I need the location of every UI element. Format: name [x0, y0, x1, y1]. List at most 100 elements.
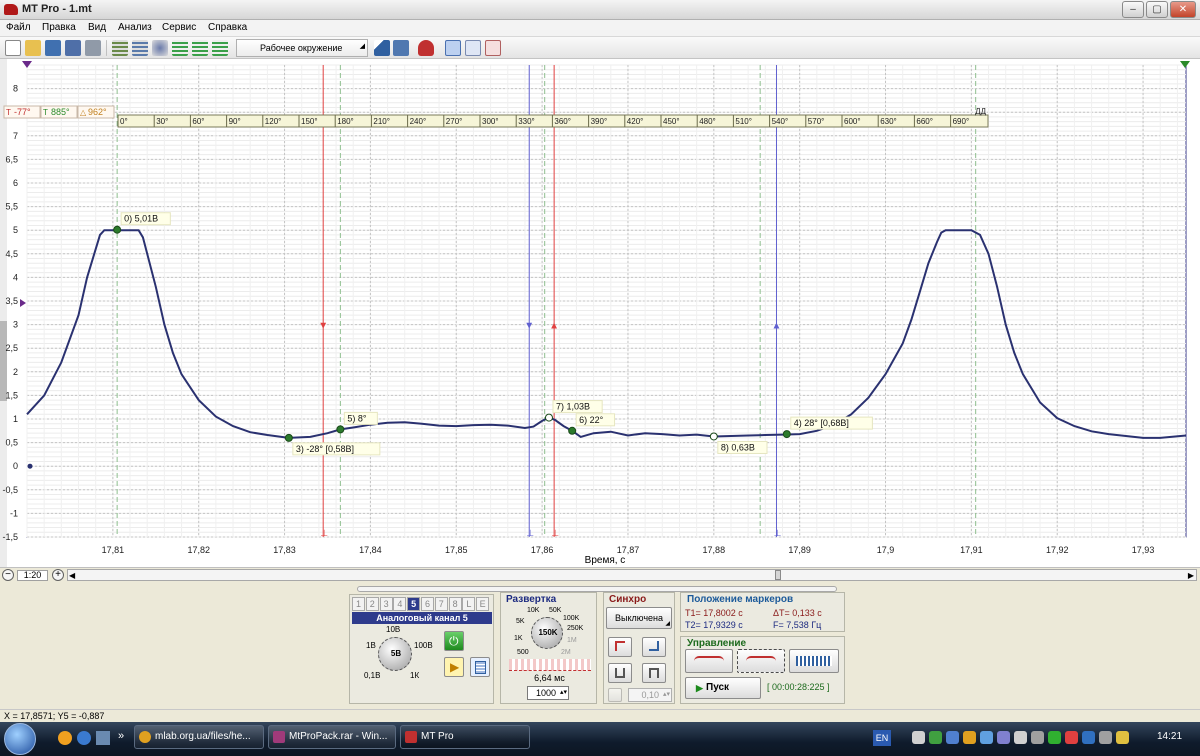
channel-tab-7[interactable]: 7 [434, 597, 448, 611]
minimize-button[interactable]: – [1122, 1, 1144, 18]
show-desktop-icon[interactable] [96, 731, 110, 745]
tray-icon[interactable] [1031, 731, 1044, 744]
tray-icon[interactable] [1048, 731, 1061, 744]
annotation-point [568, 426, 577, 435]
chevron-down-icon: ◢ [665, 621, 670, 627]
grid-view-icon[interactable] [465, 40, 481, 56]
channel-settings-icon[interactable] [212, 40, 228, 56]
cursor-marker-handle[interactable]: ▼ [318, 321, 328, 332]
continuous-mode-button[interactable] [737, 649, 785, 673]
open-folder-icon[interactable] [25, 40, 41, 56]
calculator-button[interactable] [470, 657, 490, 677]
environment-combo[interactable]: Рабочее окружение ◢ [236, 39, 368, 57]
channel-tab-2[interactable]: 2 [365, 597, 379, 611]
tray-icon[interactable] [929, 731, 942, 744]
taskbar-item-mtpro[interactable]: MT Pro [400, 725, 530, 749]
timeline-scrollbar[interactable]: ◀ ▶ [67, 569, 1197, 581]
save-icon[interactable] [45, 40, 61, 56]
menu-file[interactable]: Файл [6, 22, 31, 33]
menu-service[interactable]: Сервис [162, 22, 196, 33]
filter-icon[interactable] [132, 40, 148, 56]
menu-help[interactable]: Справка [208, 22, 247, 33]
maximize-button[interactable]: ▢ [1146, 1, 1168, 18]
x-tick-label: 17,82 [187, 545, 210, 555]
cursor-marker-foot: ⊥ [526, 528, 534, 538]
menu-analysis[interactable]: Анализ [118, 22, 152, 33]
plot-canvas[interactable]: ▼ ⊥ ▼ ⊥ ▲ ⊥ ▲ ⊥ 0° 30° 60° 90° 120° 150° 180° 210° 240°… [0, 59, 1200, 567]
tray-icon[interactable] [980, 731, 993, 744]
remove-channel-icon[interactable] [192, 40, 208, 56]
tray-icon[interactable] [1099, 731, 1112, 744]
pulse-sync-button[interactable] [608, 663, 632, 683]
channel-tab-5[interactable]: 5 [407, 597, 421, 611]
channel-tab-l[interactable]: L [462, 597, 476, 611]
power-toggle-button[interactable]: ⏻ [444, 631, 464, 651]
start-button[interactable]: ▶ Пуск [685, 677, 761, 699]
channel-tab-6[interactable]: 6 [421, 597, 434, 611]
scroll-left-icon[interactable]: ◀ [69, 571, 75, 580]
new-file-icon[interactable] [5, 40, 21, 56]
samples-input[interactable]: 1000 ▴▾ [527, 686, 569, 700]
cursor-mode-icon[interactable] [445, 40, 461, 56]
split-view-icon[interactable] [485, 40, 501, 56]
scroll-right-icon[interactable]: ▶ [1188, 571, 1194, 580]
tray-icon[interactable] [946, 731, 959, 744]
menu-view[interactable]: Вид [88, 22, 106, 33]
sweep-label-100k: 100K [563, 615, 580, 622]
channel-tab-4[interactable]: 4 [393, 597, 407, 611]
sync-mode-button[interactable]: Выключена ◢ [606, 607, 672, 629]
channel-tab-3[interactable]: 3 [379, 597, 393, 611]
cursor-marker-foot: ⊥ [774, 528, 782, 538]
close-button[interactable]: ✕ [1170, 1, 1196, 18]
menu-edit[interactable]: Правка [42, 22, 76, 33]
tray-icon[interactable] [1014, 731, 1027, 744]
sweep-knob[interactable]: 150K [531, 617, 563, 649]
tray-icon[interactable] [1065, 731, 1078, 744]
record-mode-button[interactable] [789, 649, 839, 673]
tray-icon[interactable] [997, 731, 1010, 744]
play-channel-button[interactable]: ▶ [444, 657, 464, 677]
math-icon[interactable] [152, 40, 168, 56]
falling-edge-button[interactable] [642, 637, 666, 657]
sync-level-input[interactable]: 0,10 ▴▾ [628, 688, 672, 702]
taskbar-item-browser[interactable]: mlab.org.ua/files/he... [134, 725, 264, 749]
quicklaunch-icon[interactable] [77, 731, 91, 745]
quicklaunch-more-icon[interactable]: » [118, 730, 124, 742]
channel-tab-1[interactable]: 1 [352, 597, 365, 611]
add-channel-icon[interactable] [172, 40, 188, 56]
print-icon[interactable] [85, 40, 101, 56]
zoom-out-button[interactable]: − [2, 569, 14, 581]
tray-icon[interactable] [912, 731, 925, 744]
cursor-marker-handle[interactable]: ▲ [549, 321, 559, 332]
tray-icon[interactable] [1082, 731, 1095, 744]
language-indicator[interactable]: EN [873, 730, 891, 746]
cursor-marker-handle[interactable]: ▼ [524, 321, 534, 332]
sync-source-button[interactable] [608, 688, 622, 702]
chevron-down-icon: ◢ [359, 43, 365, 50]
rising-edge-button[interactable] [608, 637, 632, 657]
marker-t1: T1= 17,8002 с [685, 608, 743, 618]
tray-icon[interactable] [1116, 731, 1129, 744]
tray-icon[interactable] [963, 731, 976, 744]
scroll-thumb[interactable] [775, 570, 781, 580]
voltage-knob[interactable]: 5В [378, 637, 412, 671]
save-as-icon[interactable] [65, 40, 81, 56]
channel-tab-e[interactable]: E [476, 597, 490, 611]
oscilloscope-plot[interactable]: ▼ ⊥ ▼ ⊥ ▲ ⊥ ▲ ⊥ 0° 30° 60° 90° 120° 150° 180° 210° 240°… [0, 59, 1200, 567]
spin-icon[interactable]: ▴▾ [663, 689, 670, 701]
channel-tab-8[interactable]: 8 [448, 597, 462, 611]
spin-icon[interactable]: ▴▾ [560, 687, 567, 699]
y-tick-label: 1,5 [5, 390, 18, 400]
car-icon[interactable] [418, 40, 434, 56]
quicklaunch-icon[interactable] [58, 731, 72, 745]
save-environment-icon[interactable] [393, 40, 409, 56]
x-tick-label: 17,81 [102, 545, 125, 555]
cursor-marker-handle[interactable]: ▲ [772, 321, 782, 332]
start-orb-icon[interactable] [4, 723, 36, 755]
taskbar-item-winrar[interactable]: MtProPack.rar - Win... [268, 725, 396, 749]
single-mode-button[interactable] [685, 649, 733, 673]
window-sync-button[interactable] [642, 663, 666, 683]
undo-icon[interactable] [374, 40, 390, 56]
zoom-in-button[interactable]: + [52, 569, 64, 581]
channels-icon[interactable] [112, 40, 128, 56]
